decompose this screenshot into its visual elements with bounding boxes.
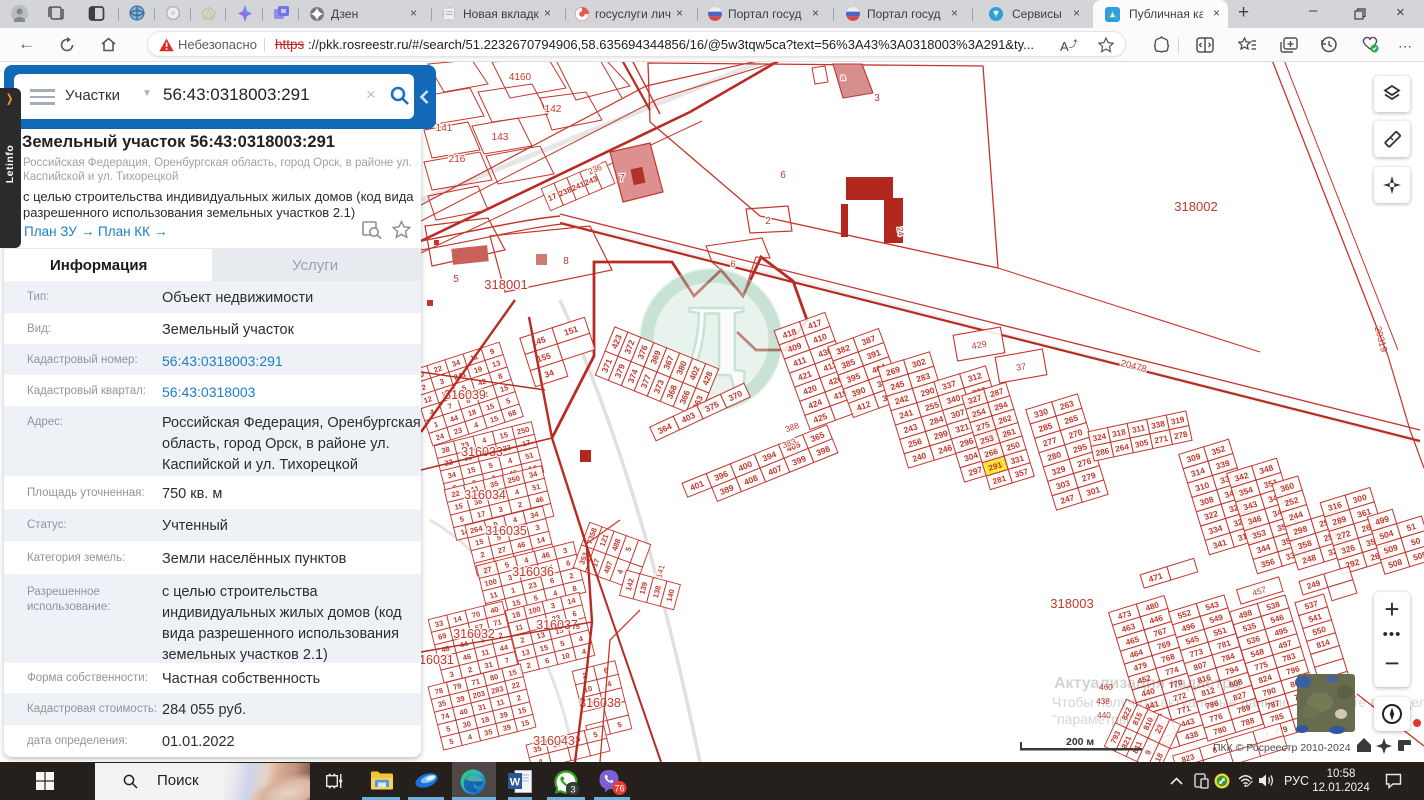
svg-text:5: 5 — [453, 274, 459, 285]
svg-text:28: 28 — [867, 199, 877, 209]
svg-text:216: 216 — [449, 154, 466, 165]
svg-text:316035: 316035 — [485, 524, 527, 538]
svg-text:37: 37 — [1015, 361, 1027, 373]
svg-text:316034: 316034 — [464, 488, 506, 502]
svg-text:Чтобы получить актуальные данн: Чтобы получить актуальные данные, перейд… — [1052, 694, 1424, 710]
svg-text:7: 7 — [619, 173, 625, 184]
svg-text:ПКК © Росреестр 2010-2024: ПКК © Росреестр 2010-2024 — [1213, 742, 1351, 754]
svg-text:6: 6 — [730, 259, 735, 270]
svg-text:316032: 316032 — [453, 627, 495, 641]
svg-text:6: 6 — [780, 170, 786, 181]
svg-text:200 м: 200 м — [1066, 736, 1094, 748]
svg-text:316036: 316036 — [512, 565, 554, 579]
svg-text:3: 3 — [874, 93, 880, 104]
svg-text:W: W — [510, 777, 521, 789]
svg-text:76: 76 — [614, 784, 624, 794]
svg-text:318001: 318001 — [484, 277, 527, 292]
svg-text:8: 8 — [563, 256, 569, 267]
svg-text:142: 142 — [545, 104, 562, 115]
svg-text:316038: 316038 — [579, 696, 621, 710]
svg-text:"параметры": "параметры" — [1052, 711, 1134, 727]
svg-text:a: a — [841, 73, 846, 82]
svg-text:318003: 318003 — [1050, 596, 1093, 611]
svg-text:3: 3 — [570, 785, 575, 796]
svg-text:318002: 318002 — [1174, 199, 1217, 214]
svg-text:143: 143 — [492, 132, 509, 143]
svg-text:141: 141 — [436, 123, 453, 134]
svg-text:4160: 4160 — [509, 72, 532, 83]
svg-text:Актуализация кадастра: Актуализация кадастра — [1054, 675, 1241, 692]
svg-text:2: 2 — [765, 216, 771, 227]
svg-text:316043: 316043 — [533, 734, 575, 748]
